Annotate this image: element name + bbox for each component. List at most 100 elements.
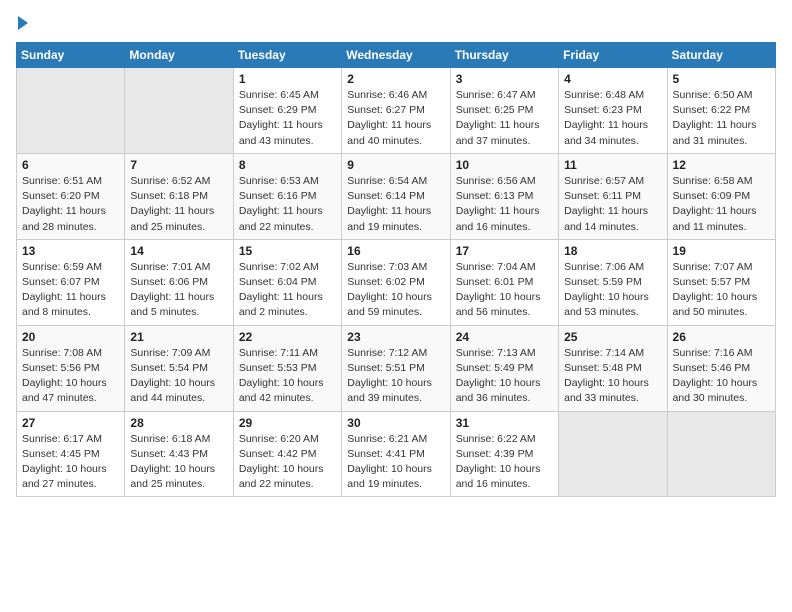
calendar-cell: 16 Sunrise: 7:03 AMSunset: 6:02 PMDayligh…	[342, 239, 450, 325]
day-of-week-header: Tuesday	[233, 43, 341, 68]
day-number: 28	[130, 416, 227, 430]
calendar-cell: 26 Sunrise: 7:16 AMSunset: 5:46 PMDayligh…	[667, 325, 775, 411]
calendar-cell: 6 Sunrise: 6:51 AMSunset: 6:20 PMDaylight…	[17, 153, 125, 239]
day-detail: Sunrise: 7:11 AMSunset: 5:53 PMDaylight:…	[239, 346, 336, 407]
day-number: 17	[456, 244, 553, 258]
calendar-cell: 19 Sunrise: 7:07 AMSunset: 5:57 PMDayligh…	[667, 239, 775, 325]
calendar-cell: 5 Sunrise: 6:50 AMSunset: 6:22 PMDaylight…	[667, 68, 775, 154]
day-number: 16	[347, 244, 444, 258]
day-detail: Sunrise: 6:50 AMSunset: 6:22 PMDaylight:…	[673, 88, 770, 149]
day-detail: Sunrise: 6:47 AMSunset: 6:25 PMDaylight:…	[456, 88, 553, 149]
day-number: 14	[130, 244, 227, 258]
day-of-week-header: Friday	[559, 43, 667, 68]
calendar-cell: 7 Sunrise: 6:52 AMSunset: 6:18 PMDaylight…	[125, 153, 233, 239]
calendar-cell	[559, 411, 667, 497]
day-detail: Sunrise: 6:22 AMSunset: 4:39 PMDaylight:…	[456, 432, 553, 493]
logo-arrow-icon	[18, 16, 28, 30]
day-of-week-header: Wednesday	[342, 43, 450, 68]
calendar-cell: 20 Sunrise: 7:08 AMSunset: 5:56 PMDayligh…	[17, 325, 125, 411]
day-detail: Sunrise: 7:02 AMSunset: 6:04 PMDaylight:…	[239, 260, 336, 321]
calendar-cell: 3 Sunrise: 6:47 AMSunset: 6:25 PMDaylight…	[450, 68, 558, 154]
day-detail: Sunrise: 7:13 AMSunset: 5:49 PMDaylight:…	[456, 346, 553, 407]
calendar-week-row: 1 Sunrise: 6:45 AMSunset: 6:29 PMDaylight…	[17, 68, 776, 154]
day-number: 23	[347, 330, 444, 344]
calendar-cell: 25Sunrise: 7:14 AMSunset: 5:48 PMDayligh…	[559, 325, 667, 411]
day-detail: Sunrise: 6:20 AMSunset: 4:42 PMDaylight:…	[239, 432, 336, 493]
calendar-cell: 27Sunrise: 6:17 AMSunset: 4:45 PMDayligh…	[17, 411, 125, 497]
day-of-week-header: Thursday	[450, 43, 558, 68]
day-detail: Sunrise: 6:51 AMSunset: 6:20 PMDaylight:…	[22, 174, 119, 235]
day-number: 5	[673, 72, 770, 86]
page-header	[16, 16, 776, 30]
calendar-cell: 21Sunrise: 7:09 AMSunset: 5:54 PMDayligh…	[125, 325, 233, 411]
calendar-week-row: 27Sunrise: 6:17 AMSunset: 4:45 PMDayligh…	[17, 411, 776, 497]
calendar-cell	[667, 411, 775, 497]
calendar-cell: 11 Sunrise: 6:57 AMSunset: 6:11 PMDayligh…	[559, 153, 667, 239]
day-detail: Sunrise: 6:58 AMSunset: 6:09 PMDaylight:…	[673, 174, 770, 235]
calendar-cell: 12 Sunrise: 6:58 AMSunset: 6:09 PMDayligh…	[667, 153, 775, 239]
calendar-header-row: SundayMondayTuesdayWednesdayThursdayFrid…	[17, 43, 776, 68]
day-number: 10	[456, 158, 553, 172]
day-number: 3	[456, 72, 553, 86]
day-number: 18	[564, 244, 661, 258]
day-detail: Sunrise: 6:57 AMSunset: 6:11 PMDaylight:…	[564, 174, 661, 235]
day-detail: Sunrise: 6:53 AMSunset: 6:16 PMDaylight:…	[239, 174, 336, 235]
calendar-cell: 14Sunrise: 7:01 AMSunset: 6:06 PMDayligh…	[125, 239, 233, 325]
calendar-week-row: 13 Sunrise: 6:59 AMSunset: 6:07 PMDayligh…	[17, 239, 776, 325]
calendar-cell: 18 Sunrise: 7:06 AMSunset: 5:59 PMDayligh…	[559, 239, 667, 325]
day-number: 4	[564, 72, 661, 86]
calendar-cell: 31 Sunrise: 6:22 AMSunset: 4:39 PMDayligh…	[450, 411, 558, 497]
calendar-week-row: 20 Sunrise: 7:08 AMSunset: 5:56 PMDayligh…	[17, 325, 776, 411]
day-number: 20	[22, 330, 119, 344]
day-detail: Sunrise: 6:56 AMSunset: 6:13 PMDaylight:…	[456, 174, 553, 235]
day-detail: Sunrise: 6:59 AMSunset: 6:07 PMDaylight:…	[22, 260, 119, 321]
calendar-cell	[125, 68, 233, 154]
calendar-cell: 23Sunrise: 7:12 AMSunset: 5:51 PMDayligh…	[342, 325, 450, 411]
calendar-cell: 13 Sunrise: 6:59 AMSunset: 6:07 PMDayligh…	[17, 239, 125, 325]
day-detail: Sunrise: 6:52 AMSunset: 6:18 PMDaylight:…	[130, 174, 227, 235]
day-detail: Sunrise: 6:45 AMSunset: 6:29 PMDaylight:…	[239, 88, 336, 149]
day-number: 26	[673, 330, 770, 344]
calendar-cell: 29 Sunrise: 6:20 AMSunset: 4:42 PMDayligh…	[233, 411, 341, 497]
day-detail: Sunrise: 6:48 AMSunset: 6:23 PMDaylight:…	[564, 88, 661, 149]
day-number: 1	[239, 72, 336, 86]
calendar-cell: 30 Sunrise: 6:21 AMSunset: 4:41 PMDayligh…	[342, 411, 450, 497]
day-detail: Sunrise: 6:54 AMSunset: 6:14 PMDaylight:…	[347, 174, 444, 235]
day-number: 11	[564, 158, 661, 172]
day-detail: Sunrise: 6:21 AMSunset: 4:41 PMDaylight:…	[347, 432, 444, 493]
day-number: 13	[22, 244, 119, 258]
calendar-cell: 4 Sunrise: 6:48 AMSunset: 6:23 PMDaylight…	[559, 68, 667, 154]
day-number: 24	[456, 330, 553, 344]
day-detail: Sunrise: 6:17 AMSunset: 4:45 PMDaylight:…	[22, 432, 119, 493]
day-number: 8	[239, 158, 336, 172]
calendar-cell: 24 Sunrise: 7:13 AMSunset: 5:49 PMDayligh…	[450, 325, 558, 411]
day-number: 22	[239, 330, 336, 344]
day-number: 31	[456, 416, 553, 430]
day-detail: Sunrise: 7:16 AMSunset: 5:46 PMDaylight:…	[673, 346, 770, 407]
calendar-cell	[17, 68, 125, 154]
day-number: 12	[673, 158, 770, 172]
day-detail: Sunrise: 7:09 AMSunset: 5:54 PMDaylight:…	[130, 346, 227, 407]
day-detail: Sunrise: 6:18 AMSunset: 4:43 PMDaylight:…	[130, 432, 227, 493]
day-detail: Sunrise: 7:04 AMSunset: 6:01 PMDaylight:…	[456, 260, 553, 321]
day-of-week-header: Sunday	[17, 43, 125, 68]
day-number: 30	[347, 416, 444, 430]
day-detail: Sunrise: 7:03 AMSunset: 6:02 PMDaylight:…	[347, 260, 444, 321]
day-detail: Sunrise: 7:06 AMSunset: 5:59 PMDaylight:…	[564, 260, 661, 321]
day-number: 6	[22, 158, 119, 172]
day-detail: Sunrise: 6:46 AMSunset: 6:27 PMDaylight:…	[347, 88, 444, 149]
calendar-cell: 10 Sunrise: 6:56 AMSunset: 6:13 PMDayligh…	[450, 153, 558, 239]
day-of-week-header: Saturday	[667, 43, 775, 68]
day-number: 19	[673, 244, 770, 258]
day-number: 7	[130, 158, 227, 172]
day-detail: Sunrise: 7:08 AMSunset: 5:56 PMDaylight:…	[22, 346, 119, 407]
calendar-cell: 22 Sunrise: 7:11 AMSunset: 5:53 PMDayligh…	[233, 325, 341, 411]
calendar-cell: 15 Sunrise: 7:02 AMSunset: 6:04 PMDayligh…	[233, 239, 341, 325]
day-number: 15	[239, 244, 336, 258]
calendar-cell: 8 Sunrise: 6:53 AMSunset: 6:16 PMDaylight…	[233, 153, 341, 239]
calendar-cell: 9 Sunrise: 6:54 AMSunset: 6:14 PMDaylight…	[342, 153, 450, 239]
day-number: 29	[239, 416, 336, 430]
day-detail: Sunrise: 7:07 AMSunset: 5:57 PMDaylight:…	[673, 260, 770, 321]
day-number: 9	[347, 158, 444, 172]
calendar-week-row: 6 Sunrise: 6:51 AMSunset: 6:20 PMDaylight…	[17, 153, 776, 239]
